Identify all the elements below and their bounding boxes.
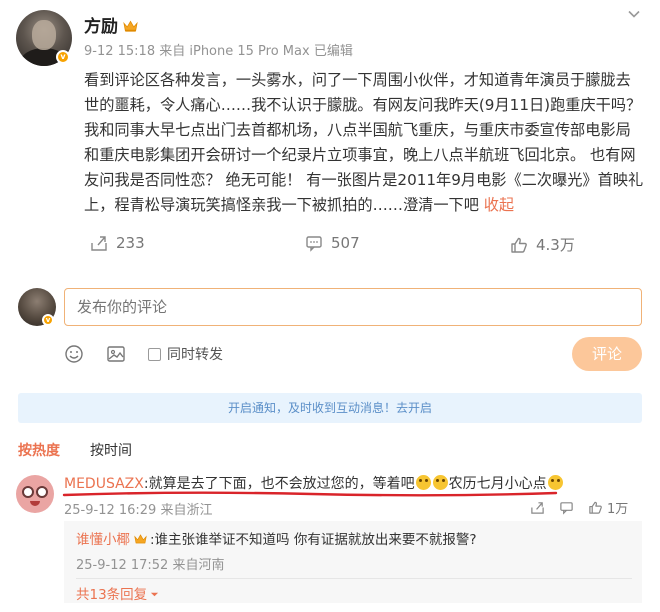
- more-replies-link[interactable]: 共13条回复: [76, 583, 159, 603]
- avatar-eye: [36, 486, 48, 498]
- tab-sort-time[interactable]: 按时间: [90, 440, 132, 460]
- crown-icon: [134, 533, 147, 545]
- collapse-link[interactable]: 收起: [484, 196, 514, 214]
- crown-icon: [123, 18, 138, 32]
- comment-reply-icon[interactable]: [559, 500, 574, 515]
- repost-checkbox-label: 同时转发: [167, 347, 223, 363]
- post-body-text: 看到评论区各种发言，一头雾水，问了一下周围小伙伴，才知道青年演员于朦胧去世的噩耗…: [84, 71, 644, 214]
- avatar-face: [32, 20, 56, 50]
- post-action-bar: 233 507 4.3万: [0, 234, 660, 258]
- reply-meta: 25-9-12 17:52 来自河南: [76, 558, 225, 573]
- post-author[interactable]: 方励: [84, 12, 138, 37]
- comment-sort-tabs: 按热度 按时间: [18, 440, 132, 460]
- repost-icon: [91, 236, 107, 251]
- repost-count: 233: [116, 234, 145, 252]
- comment-input[interactable]: [64, 288, 642, 326]
- comment-repost-icon[interactable]: [530, 500, 545, 515]
- composer-tools: 同时转发: [64, 344, 223, 364]
- reply-username[interactable]: 谁懂小椰: [76, 532, 130, 548]
- image-icon[interactable]: [106, 344, 126, 364]
- comment-actions: 1万: [530, 498, 628, 517]
- repost-checkbox[interactable]: [148, 347, 161, 361]
- comment-icon: [306, 236, 322, 252]
- like-count: 4.3万: [536, 236, 575, 254]
- grin-emoji-icon: [432, 475, 448, 490]
- post-meta: 9-12 15:18 来自 iPhone 15 Pro Max 已编辑: [84, 44, 353, 59]
- grin-emoji-icon: [415, 475, 431, 490]
- avatar-mouth: [30, 501, 40, 506]
- notification-banner[interactable]: 开启通知，及时收到互动消息！去开启: [18, 393, 642, 423]
- verified-badge-icon: v: [42, 314, 54, 326]
- verified-badge-icon: v: [56, 50, 70, 64]
- comment-meta: 25-9-12 16:29 来自浙江: [64, 503, 213, 518]
- post-body: 看到评论区各种发言，一头雾水，问了一下周围小伙伴，才知道青年演员于朦胧去世的噩耗…: [84, 68, 644, 218]
- like-button[interactable]: 4.3万: [510, 234, 575, 255]
- thumbs-up-icon: [589, 501, 602, 514]
- reply-content: 谁懂小椰 :谁主张谁举证不知道吗 你有证据就放出来要不就报警?: [76, 528, 477, 548]
- comment-count: 507: [331, 234, 360, 252]
- repost-toggle[interactable]: 同时转发: [148, 344, 223, 364]
- commenter-avatar[interactable]: [16, 475, 54, 513]
- comment-like-button[interactable]: 1万: [588, 498, 628, 517]
- red-underline-annotation: [62, 491, 558, 497]
- post-author-name[interactable]: 方励: [84, 17, 118, 37]
- reply-text: :谁主张谁举证不知道吗 你有证据就放出来要不就报警?: [150, 532, 477, 548]
- repost-button[interactable]: 233: [90, 234, 145, 252]
- emoji-icon[interactable]: [64, 344, 84, 364]
- caret-down-icon: [151, 592, 159, 597]
- comment-button[interactable]: 507: [305, 234, 360, 252]
- tab-sort-hot[interactable]: 按热度: [18, 440, 60, 460]
- chevron-down-icon[interactable]: [626, 6, 642, 22]
- reply-thread: 谁懂小椰 :谁主张谁举证不知道吗 你有证据就放出来要不就报警? 25-9-12 1…: [64, 521, 642, 603]
- avatar-eye: [22, 486, 34, 498]
- reply-divider: [76, 578, 632, 579]
- thumbs-up-icon: [511, 237, 527, 253]
- submit-comment-button[interactable]: 评论: [572, 337, 642, 371]
- more-replies-label: 共13条回复: [76, 587, 148, 603]
- grin-emoji-icon: [547, 475, 563, 490]
- comment-like-count: 1万: [607, 502, 629, 517]
